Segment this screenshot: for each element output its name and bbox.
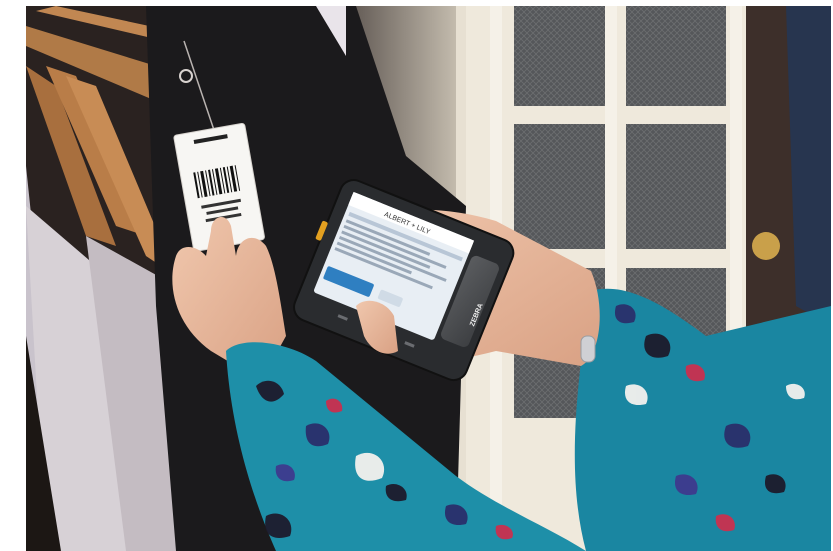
product-photo: ALBERT + LILY ZEBRA	[26, 6, 831, 551]
door-knob	[752, 232, 780, 260]
bracelet	[580, 335, 596, 363]
photo-illustration: ALBERT + LILY ZEBRA	[26, 6, 831, 551]
page-frame: ALBERT + LILY ZEBRA	[0, 0, 833, 551]
